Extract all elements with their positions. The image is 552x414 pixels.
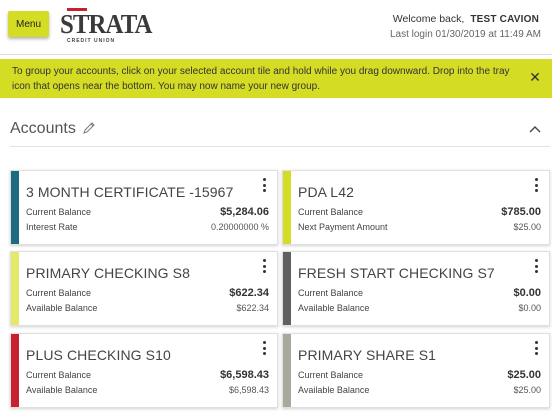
logo-wordmark: STRATA [60,9,152,39]
account-tile[interactable]: FRESH START CHECKING S7 Current Balance … [282,251,550,326]
current-balance-value: $0.00 [513,287,541,299]
account-name: PLUS CHECKING S10 [26,347,171,363]
app-header: Menu STRATA CREDIT UNION Welcome back, TE… [0,0,552,55]
secondary-label: Interest Rate [26,222,78,232]
more-options-icon[interactable] [531,178,541,196]
header-divider [0,54,552,55]
welcome-prefix: Welcome back, [392,13,465,25]
account-name: FRESH START CHECKING S7 [298,265,495,281]
pencil-icon[interactable] [82,121,96,135]
account-tile[interactable]: PLUS CHECKING S10 Current Balance $6,598… [10,333,278,408]
current-balance-label: Current Balance [298,288,364,298]
tile-color-stripe [11,334,19,407]
more-options-icon[interactable] [259,341,269,359]
tile-color-stripe [283,171,291,244]
close-icon[interactable]: ✕ [528,70,542,84]
current-balance-label: Current Balance [298,370,364,380]
secondary-value: $0.00 [518,303,541,313]
current-balance-label: Current Balance [26,207,92,217]
account-tile[interactable]: PRIMARY CHECKING S8 Current Balance $622… [10,251,278,326]
last-login: Last login 01/30/2019 at 11:49 AM [389,29,541,40]
current-balance-label: Current Balance [26,370,92,380]
account-name: PDA L42 [298,184,354,200]
chevron-up-icon[interactable] [528,124,542,134]
tile-color-stripe [11,252,19,325]
secondary-value: $622.34 [236,303,269,313]
user-name: TEST CAVION [470,14,539,25]
secondary-label: Available Balance [26,303,98,313]
current-balance-label: Current Balance [26,288,92,298]
secondary-label: Available Balance [26,385,98,395]
tile-color-stripe [11,171,19,244]
info-banner: To group your accounts, click on your se… [0,59,552,98]
banner-message: To group your accounts, click on your se… [12,66,510,92]
secondary-value: $25.00 [513,222,541,232]
welcome-message: Welcome back, TEST CAVION [393,13,539,25]
more-options-icon[interactable] [531,259,541,277]
current-balance-label: Current Balance [298,207,364,217]
tile-color-stripe [283,334,291,407]
strata-logo[interactable]: STRATA CREDIT UNION [58,8,152,46]
more-options-icon[interactable] [259,178,269,196]
secondary-label: Next Payment Amount [298,222,388,232]
account-name: PRIMARY CHECKING S8 [26,265,190,281]
tile-color-stripe [283,252,291,325]
logo-subtitle: CREDIT UNION [67,38,116,44]
account-tile[interactable]: 3 MONTH CERTIFICATE -15967 Current Balan… [10,170,278,245]
more-options-icon[interactable] [531,341,541,359]
secondary-value: $6,598.43 [228,385,269,395]
current-balance-value: $5,284.06 [220,206,269,218]
accounts-title: Accounts [10,120,76,137]
secondary-value: $25.00 [513,385,541,395]
secondary-label: Available Balance [298,385,370,395]
account-tile[interactable]: PRIMARY SHARE S1 Current Balance $25.00 … [282,333,550,408]
secondary-value: 0.20000000 % [210,222,269,232]
account-name: 3 MONTH CERTIFICATE -15967 [26,184,234,200]
accounts-divider [10,146,550,147]
current-balance-value: $622.34 [229,287,269,299]
more-options-icon[interactable] [259,259,269,277]
account-name: PRIMARY SHARE S1 [298,347,437,363]
current-balance-value: $25.00 [507,369,541,381]
menu-button[interactable]: Menu [8,11,49,37]
secondary-label: Available Balance [298,303,370,313]
current-balance-value: $785.00 [501,206,541,218]
current-balance-value: $6,598.43 [220,369,269,381]
account-tile[interactable]: PDA L42 Current Balance $785.00 Next Pay… [282,170,550,245]
